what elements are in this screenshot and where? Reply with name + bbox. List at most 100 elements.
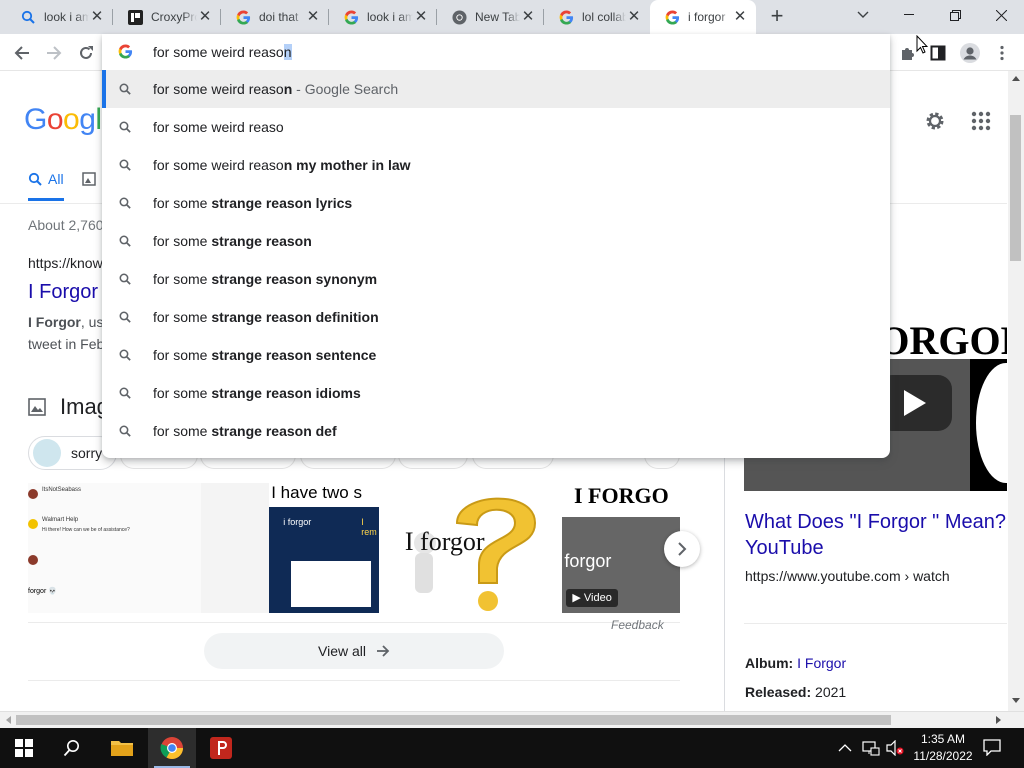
scroll-up-icon — [1012, 76, 1020, 81]
croxyproxy-icon — [127, 9, 143, 25]
reload-button[interactable] — [72, 39, 100, 67]
released-label: Released: — [745, 684, 812, 700]
tab-lol-collab[interactable]: lol collab ✕ — [544, 0, 650, 34]
google-g-icon — [235, 9, 251, 25]
tab-all[interactable]: All — [28, 171, 96, 187]
suggestion-text: for some strange reason sentence — [153, 347, 376, 363]
google-g-icon — [558, 9, 574, 25]
suggestion-rest: eason def — [271, 423, 337, 439]
volume-muted-icon[interactable] — [886, 739, 904, 761]
tab-new-tab[interactable]: New Tab ✕ — [437, 0, 544, 34]
album-row: Album: I Forgor — [745, 655, 846, 671]
image-thumbnails: ItsNotSeabass Walmart Help Hi there! How… — [28, 483, 680, 613]
autocomplete-selection: n — [283, 44, 292, 60]
video-badge: ▶ Video — [566, 589, 618, 607]
suggestion-bold: strange r — [211, 195, 272, 211]
close-tab-icon[interactable]: ✕ — [732, 9, 748, 25]
close-tab-icon[interactable]: ✕ — [89, 9, 105, 25]
tab-search-chevron-icon[interactable] — [840, 0, 886, 30]
close-tab-icon[interactable]: ✕ — [413, 9, 429, 25]
taskbar-clock[interactable]: 1:35 AM 11/28/2022 — [910, 731, 976, 765]
suggestion-bold: strange r — [211, 423, 272, 439]
result-url: https://know — [28, 255, 103, 271]
omnibox-suggestion[interactable]: for some strange reason sentence — [102, 336, 890, 374]
album-label: Album: — [745, 655, 794, 671]
back-button[interactable] — [8, 39, 36, 67]
tab-title: New Tab — [475, 10, 520, 24]
snippet-bold: I Forgor — [28, 314, 81, 330]
search-icon — [119, 424, 131, 440]
omnibox-suggestion[interactable]: for some strange reason — [102, 222, 890, 260]
image-tab-icon[interactable] — [81, 172, 96, 186]
video-title-link[interactable]: What Does "I Forgor " Mean? YouTube — [745, 509, 1007, 561]
chrome-icon — [451, 9, 467, 25]
tray-chevron-up-icon[interactable] — [838, 740, 852, 758]
omnibox-suggestion[interactable]: for some strange reason definition — [102, 298, 890, 336]
forward-button[interactable] — [40, 39, 68, 67]
address-bar[interactable]: for some weird reason — [102, 34, 890, 70]
close-tab-icon[interactable]: ✕ — [626, 9, 642, 25]
tab-look-i-am-1[interactable]: look i am ✕ — [6, 0, 113, 34]
start-button[interactable] — [0, 728, 48, 768]
image-thumb-tweet2[interactable] — [201, 483, 270, 613]
psiphon-taskbar-button[interactable] — [197, 728, 245, 768]
album-link[interactable]: I Forgor — [797, 655, 846, 671]
search-icon — [119, 272, 131, 288]
view-all-button[interactable]: View all — [204, 633, 504, 669]
tab-look-i-am-2[interactable]: look i am ✕ — [329, 0, 437, 34]
suggestion-text: for some weird reason - Google Search — [153, 81, 398, 97]
image-thumb-i-have-two[interactable]: I have two s i forgor I rem — [269, 483, 379, 613]
omnibox-suggestion[interactable]: for some strange reason idioms — [102, 374, 890, 412]
vertical-scroll-thumb[interactable] — [1010, 115, 1021, 261]
google-g-icon — [664, 9, 680, 25]
image-icon — [28, 398, 46, 416]
suggestion-plain: for some — [153, 195, 212, 211]
search-icon — [119, 120, 131, 136]
close-tab-icon[interactable]: ✕ — [197, 9, 213, 25]
result-title-link[interactable]: I Forgor — [28, 281, 98, 304]
omnibox-suggestion[interactable]: for some weird reaso — [102, 108, 890, 146]
divider — [28, 622, 680, 623]
network-icon[interactable] — [862, 740, 880, 761]
file-explorer-button[interactable] — [98, 728, 146, 768]
image-thumb-forgor-video[interactable]: I FORGO forgor ▶ Video — [562, 483, 680, 613]
new-tab-button[interactable]: + — [766, 5, 788, 28]
reload-icon — [80, 46, 93, 59]
tab-croxyproxy[interactable]: CroxyProxy ✕ — [113, 0, 221, 34]
omnibox-suggestion[interactable]: for some strange reason lyrics — [102, 184, 890, 222]
restore-button[interactable] — [932, 0, 978, 30]
close-window-button[interactable] — [978, 0, 1024, 30]
omnibox-suggestion[interactable]: for some weird reason - Google Search — [102, 70, 890, 108]
close-tab-icon[interactable]: ✕ — [305, 9, 321, 25]
chrome-taskbar-button[interactable] — [148, 728, 196, 768]
profile-button[interactable] — [956, 39, 984, 67]
feedback-link[interactable]: Feedback — [611, 618, 664, 632]
carousel-next-button[interactable] — [664, 531, 700, 567]
close-tab-icon[interactable]: ✕ — [520, 9, 536, 25]
google-apps-icon[interactable] — [971, 111, 991, 136]
google-logo[interactable]: Googl — [24, 103, 102, 137]
suggestion-bold: strange r — [211, 271, 272, 287]
tab-i-forgor[interactable]: i forgor ✕ — [650, 0, 756, 34]
image-thumb-tweets[interactable]: ItsNotSeabass Walmart Help Hi there! How… — [28, 483, 202, 613]
settings-gear-icon[interactable] — [923, 109, 947, 138]
taskbar-search-button[interactable] — [48, 728, 96, 768]
image-thumb-question[interactable]: I forgor — [384, 483, 557, 613]
suggestion-bold: strange r — [211, 385, 272, 401]
horizontal-scrollbar[interactable] — [0, 711, 1024, 728]
horizontal-scroll-thumb[interactable] — [16, 715, 891, 725]
omnibox-suggestion[interactable]: for some weird reason my mother in law — [102, 146, 890, 184]
clock-date: 11/28/2022 — [913, 749, 973, 763]
omnibox-suggestion[interactable]: for some strange reason def — [102, 412, 890, 450]
tab-doi-that[interactable]: doi that ✕ — [221, 0, 329, 34]
suggestion-bold: n my mother in law — [283, 157, 411, 173]
address-bar-text[interactable]: for some weird reason — [153, 44, 292, 60]
minimize-button[interactable] — [886, 0, 932, 30]
browser-menu-button[interactable] — [988, 39, 1016, 67]
suggestion-text: for some strange reason definition — [153, 309, 379, 325]
clock-time: 1:35 AM — [920, 732, 966, 746]
notifications-icon[interactable] — [983, 738, 1001, 761]
snippet-text: , us — [80, 314, 104, 330]
side-panel-button[interactable] — [924, 39, 952, 67]
omnibox-suggestion[interactable]: for some strange reason synonym — [102, 260, 890, 298]
